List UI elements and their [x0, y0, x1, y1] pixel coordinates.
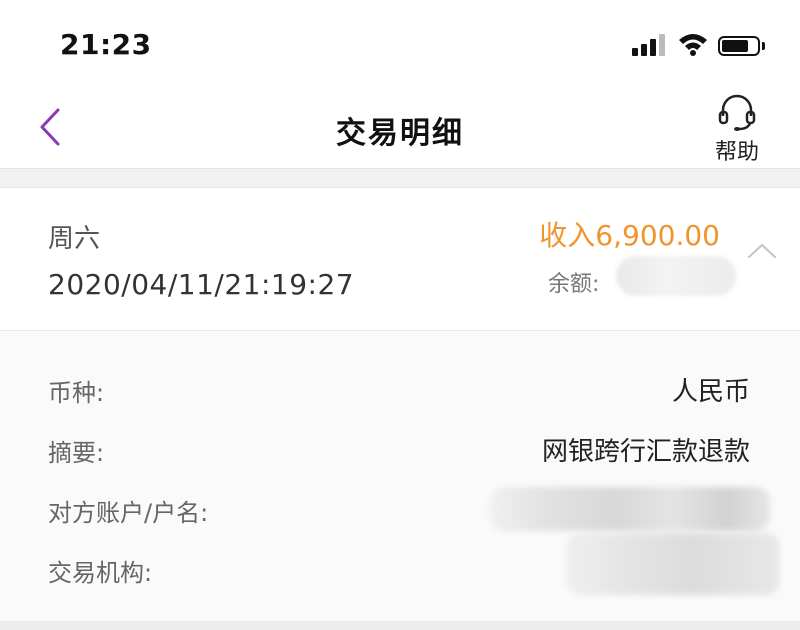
balance-label: 余额:: [548, 272, 600, 297]
wifi-icon: [679, 34, 707, 56]
transaction-summary[interactable]: 周六 2020/04/11/21:19:27 收入6,900.00 余额:: [0, 188, 800, 330]
transaction-weekday: 周六: [48, 224, 101, 254]
detail-label: 对方账户/户名:: [48, 499, 209, 527]
detail-row-counterparty: 对方账户/户名:: [0, 479, 800, 539]
bottom-divider: [0, 621, 800, 630]
page-title: 交易明细: [336, 116, 464, 151]
status-time: 21:23: [60, 28, 152, 61]
detail-value: 网银跨行汇款退款: [541, 437, 750, 467]
section-divider: [0, 168, 800, 188]
detail-row-currency: 币种: 人民币: [0, 359, 800, 419]
battery-icon: [718, 36, 760, 56]
transaction-amount: 收入6,900.00: [539, 219, 720, 252]
detail-label: 摘要:: [48, 439, 105, 467]
nav-bar: 交易明细 帮助: [0, 90, 800, 168]
headset-icon: [718, 94, 756, 131]
detail-value: 人民币: [671, 377, 750, 407]
help-button[interactable]: 帮助: [704, 94, 770, 165]
detail-row-institution: 交易机构:: [0, 533, 800, 599]
detail-label: 币种:: [48, 379, 105, 407]
battery-tip: [762, 42, 765, 50]
detail-label: 交易机构:: [48, 559, 153, 587]
counterparty-redacted: [490, 487, 770, 531]
transaction-details: 币种: 人民币 摘要: 网银跨行汇款退款 对方账户/户名: 交易机构:: [0, 331, 800, 621]
transaction-datetime: 2020/04/11/21:19:27: [48, 268, 355, 301]
institution-redacted: [566, 533, 780, 595]
signal-icon: [632, 34, 666, 56]
status-bar: 21:23: [0, 0, 800, 90]
balance-redacted: [616, 256, 736, 296]
help-label: 帮助: [714, 140, 759, 165]
chevron-up-icon[interactable]: [746, 240, 778, 260]
detail-row-summary: 摘要: 网银跨行汇款退款: [0, 419, 800, 479]
